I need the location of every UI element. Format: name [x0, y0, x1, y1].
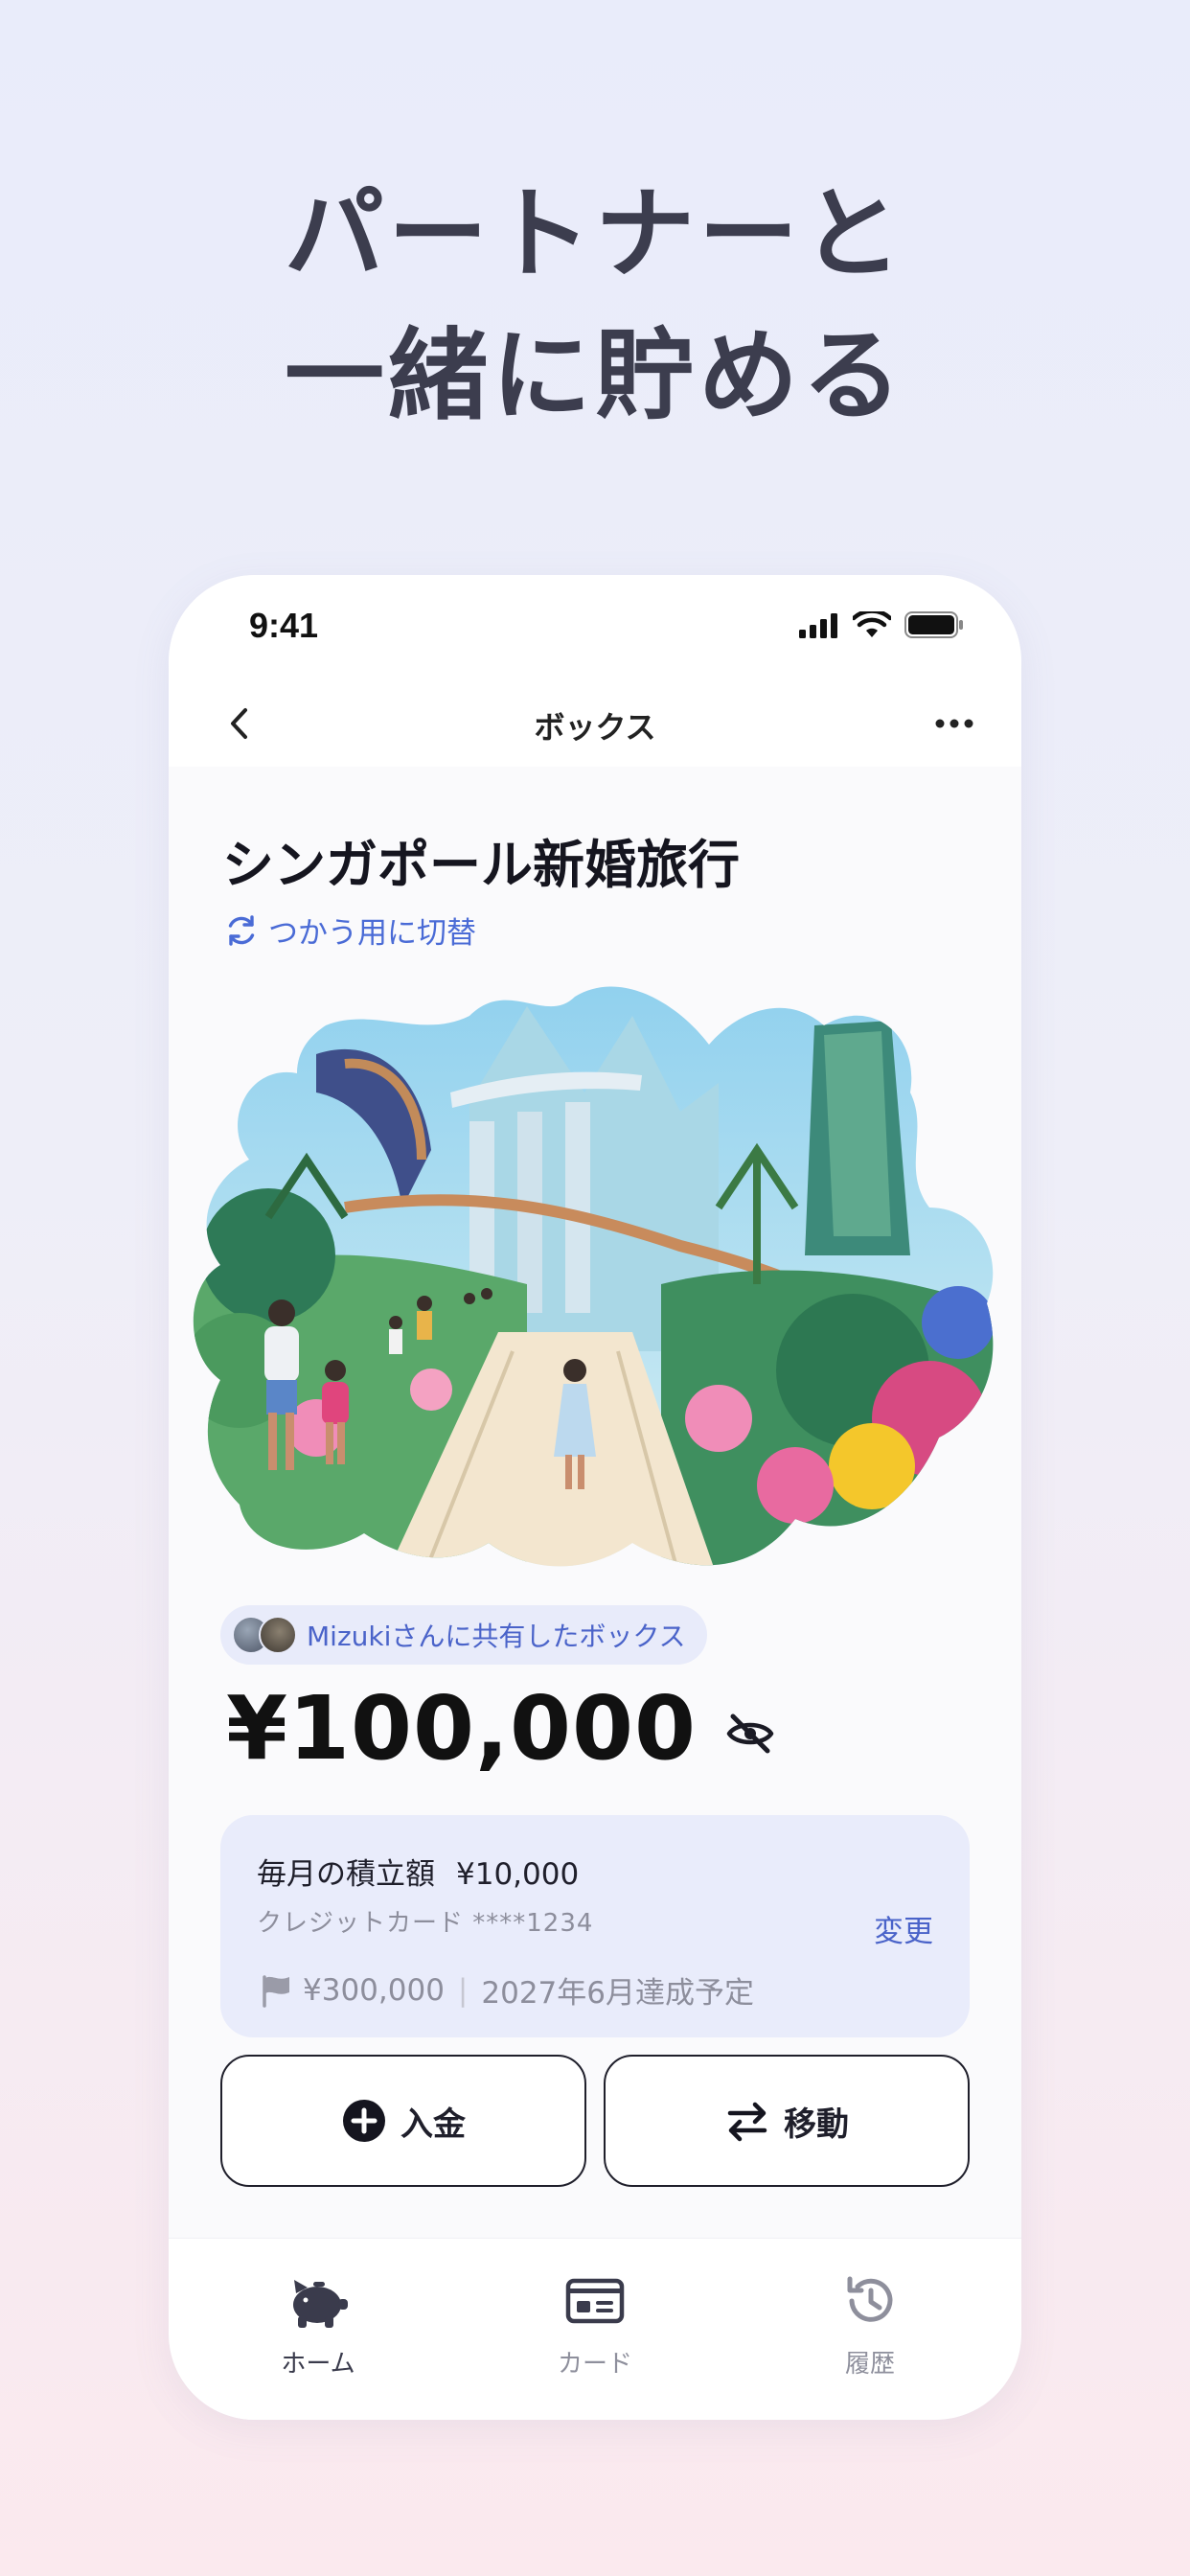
box-title: シンガポール新婚旅行 — [222, 835, 740, 895]
shared-label: Mizukiさんに共有したボックス — [307, 1621, 686, 1652]
tab-history-label: 履歴 — [844, 2350, 895, 2379]
deposit-label: 入金 — [400, 2104, 466, 2144]
monthly-label: 毎月の積立額 — [257, 1857, 435, 1892]
singapore-illustration — [193, 986, 994, 1567]
avatar — [259, 1616, 297, 1654]
wifi-icon — [853, 611, 891, 637]
cellular-signal-icon — [799, 613, 837, 638]
refresh-icon — [228, 914, 255, 946]
tab-card-label: カード — [557, 2350, 632, 2379]
phone-screen: 9:41 ボックス シンガポール新婚旅行 つかう用に切替 Mizukiさんに共有… — [169, 575, 1021, 2420]
switch-to-spend-link[interactable]: つかう用に切替 — [222, 908, 476, 952]
shared-avatars — [232, 1616, 297, 1654]
deposit-button[interactable]: 入金 — [220, 2055, 586, 2187]
piggy-bank-icon — [293, 2280, 348, 2328]
balance-row: ¥100,000 — [226, 1677, 777, 1780]
transfer-arrows-icon — [727, 2102, 767, 2142]
change-plan-link[interactable]: 変更 — [874, 1907, 933, 1950]
tab-home-label: ホーム — [281, 2350, 355, 2379]
nav-bar: ボックス — [169, 680, 1021, 767]
status-bar: 9:41 — [169, 575, 1021, 680]
nav-title: ボックス — [534, 709, 656, 746]
battery-icon — [904, 611, 963, 638]
hide-balance-button[interactable] — [723, 1707, 777, 1760]
tab-history[interactable]: 履歴 — [774, 2267, 966, 2380]
tab-home[interactable]: ホーム — [222, 2267, 414, 2380]
tab-bar: ホーム カード 履歴 — [169, 2238, 1021, 2420]
monthly-amount: ¥10,000 — [456, 1857, 580, 1892]
balance-amount: ¥100,000 — [226, 1677, 698, 1780]
status-time: 9:41 — [249, 606, 319, 645]
history-icon — [847, 2276, 893, 2322]
headline: パートナーと 一緒に貯める — [0, 163, 1190, 447]
tab-card[interactable]: カード — [499, 2267, 691, 2380]
savings-plan-card: 毎月の積立額 ¥10,000 クレジットカード ****1234 変更 ¥300,… — [220, 1815, 970, 2037]
eye-off-icon — [726, 1714, 774, 1753]
headline-line-1: パートナーと — [284, 175, 905, 292]
payment-method: クレジットカード ****1234 — [257, 1909, 594, 1938]
more-dots-icon — [935, 719, 973, 728]
shared-box-badge: Mizukiさんに共有したボックス — [220, 1605, 707, 1665]
plus-circle-icon — [343, 2100, 385, 2142]
monthly-contribution: 毎月の積立額 ¥10,000 — [257, 1850, 579, 1893]
goal-date: 2027年6月達成予定 — [481, 1976, 754, 2011]
goal-amount: ¥300,000 — [303, 1972, 445, 2008]
card-icon — [565, 2278, 625, 2324]
separator: | — [457, 1972, 469, 2008]
more-button[interactable] — [926, 698, 983, 749]
flag-icon — [263, 1974, 289, 2008]
switch-label: つかう用に切替 — [268, 916, 476, 951]
headline-line-2: 一緒に貯める — [284, 317, 905, 434]
status-icons — [799, 611, 964, 638]
move-button[interactable]: 移動 — [604, 2055, 970, 2187]
goal-info: ¥300,000 | 2027年6月達成予定 — [257, 1968, 754, 2012]
move-label: 移動 — [784, 2104, 849, 2144]
